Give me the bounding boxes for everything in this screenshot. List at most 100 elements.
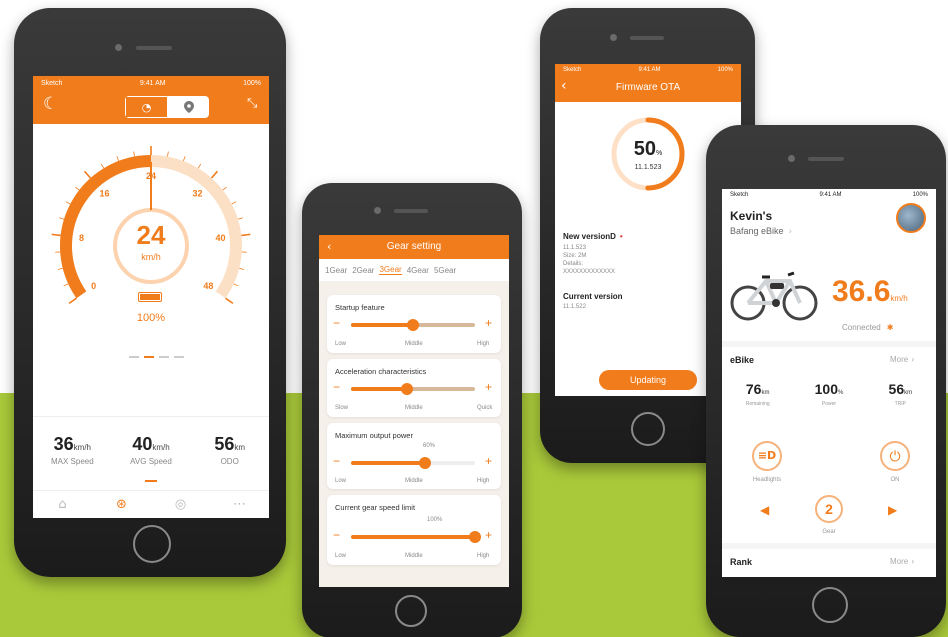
speedometer-screen: Sketch 9:41 AM 100% ☾ ⤡ ◔ 081624324048 2…	[33, 76, 269, 518]
front-camera	[610, 34, 617, 41]
phone-speedometer: Sketch 9:41 AM 100% ☾ ⤡ ◔ 081624324048 2…	[14, 8, 286, 577]
clock: 9:41 AM	[139, 79, 166, 87]
gear-up-icon[interactable]: ▶	[888, 503, 897, 517]
speed-unit: km/h	[141, 252, 161, 262]
front-camera	[374, 207, 381, 214]
gauge-tick	[68, 297, 77, 305]
rank-more-link[interactable]: More ›	[890, 557, 914, 566]
stats-divider	[33, 416, 269, 417]
page-title: Gear setting	[386, 241, 442, 252]
metric-label: Remaining	[745, 401, 770, 407]
gauge-tick	[83, 170, 92, 179]
night-mode-icon[interactable]: ☾	[43, 94, 58, 114]
gear-value: 2	[825, 501, 833, 517]
tab-gear-1[interactable]: 1Gear	[325, 266, 347, 275]
home-icon[interactable]: ⌂	[33, 497, 92, 512]
compass-icon[interactable]: ◎	[151, 497, 210, 512]
location-icon	[183, 101, 194, 113]
increase-button[interactable]: +	[485, 529, 492, 541]
new-version-details: 11.1.523 Size: 2M Details: XXXXXXXXXXXXX	[563, 244, 615, 276]
avatar[interactable]	[896, 203, 926, 233]
new-version-label: New versionD	[563, 232, 616, 241]
new-version-size: Size: 2M	[563, 253, 587, 259]
acceleration-slider[interactable]	[351, 383, 475, 395]
scale-high: High	[477, 553, 490, 559]
stat-label: ODO	[220, 457, 239, 466]
card-title: Acceleration characteristics	[335, 367, 427, 376]
decrease-button[interactable]: −	[333, 529, 340, 541]
tab-gear-2[interactable]: 2Gear	[352, 266, 374, 275]
gauge-tick	[59, 217, 65, 220]
decrease-button[interactable]: −	[333, 317, 340, 329]
slider-fill	[351, 461, 426, 465]
slider-knob	[469, 531, 481, 543]
home-button[interactable]	[631, 412, 665, 446]
owner-name: Kevin's	[730, 209, 773, 223]
home-button[interactable]	[395, 595, 427, 627]
speed-limit-slider[interactable]	[351, 531, 481, 543]
headlights-button[interactable]: ≡D	[752, 441, 782, 471]
current-speed: 36.6km/h	[832, 275, 908, 309]
speaker-grille	[136, 46, 172, 50]
more-label: More	[890, 355, 909, 364]
progress-readout: 50%	[608, 138, 688, 161]
speed-unit: km/h	[890, 294, 908, 303]
ride-stats: 36km/h MAX Speed 40km/h AVG Speed 56km O…	[33, 434, 269, 466]
rank-section-title: Rank	[730, 557, 753, 567]
status-bar: Sketch 9:41 AM 100%	[555, 64, 741, 76]
startup-slider[interactable]	[351, 319, 475, 331]
gauge-tick	[182, 156, 186, 162]
metric-label: Power	[821, 401, 837, 407]
gear-label: Gear	[822, 529, 836, 535]
tab-gear-3[interactable]: 3Gear	[379, 265, 402, 275]
updating-button[interactable]: Updating	[599, 370, 697, 390]
collapse-icon[interactable]: ⤡	[247, 96, 257, 111]
scale-high: High	[477, 478, 490, 484]
home-button[interactable]	[812, 587, 848, 623]
metric-unit: km	[761, 390, 770, 396]
decrease-button[interactable]: −	[333, 381, 340, 393]
headlights-label: Headlights	[752, 477, 782, 483]
gauge-tick-label: 40	[216, 233, 226, 243]
chevron-right-icon: ›	[911, 355, 915, 364]
status-bar: Sketch 9:41 AM 100%	[33, 76, 269, 90]
new-version-number: 11.1.523	[563, 245, 586, 251]
stat-unit: km	[234, 443, 246, 452]
new-version-title: New versionD •	[563, 232, 623, 241]
more-label: More	[890, 557, 909, 566]
increase-button[interactable]: +	[485, 455, 492, 467]
gauge-tick	[57, 267, 63, 270]
speedometer-icon: ◔	[141, 100, 152, 114]
gauge-tick	[225, 297, 234, 305]
tab-speedometer[interactable]: ◔	[125, 96, 168, 118]
ride-icon[interactable]: ⊛	[92, 497, 151, 512]
slider-knob	[407, 319, 419, 331]
slider-percent: 100%	[427, 517, 443, 523]
bike-selector[interactable]: Bafang eBike ›	[730, 226, 792, 237]
power-button[interactable]: ⏻	[880, 441, 910, 471]
bottom-nav: ⌂ ⊛ ◎ ⋯	[33, 490, 269, 518]
tab-location[interactable]	[168, 96, 209, 118]
power-slider[interactable]	[351, 457, 475, 469]
gauge-tick	[51, 233, 61, 237]
phone-ebike-dashboard: Sketch 9:41 AM 100% Kevin's Bafang eBike…	[706, 125, 946, 637]
clock: 9:41 AM	[638, 67, 661, 73]
home-button[interactable]	[133, 525, 171, 563]
gauge-tick	[233, 283, 239, 287]
battery-text: 100%	[912, 192, 928, 198]
more-icon[interactable]: ⋯	[210, 497, 269, 512]
gauge-tick	[63, 283, 69, 287]
metric-trip: 56km TRIP	[865, 381, 936, 407]
card-title: Current gear speed limit	[335, 503, 416, 512]
ebike-more-link[interactable]: More ›	[890, 355, 914, 364]
increase-button[interactable]: +	[485, 381, 492, 393]
gear-setting-screen: ‹ Gear setting 1Gear 2Gear 3Gear 4Gear 5…	[319, 235, 509, 587]
increase-button[interactable]: +	[485, 317, 492, 329]
card-title: Startup feature	[335, 303, 385, 312]
tab-gear-4[interactable]: 4Gear	[407, 266, 429, 275]
tab-gear-5[interactable]: 5Gear	[434, 266, 456, 275]
metric-label: TRIP	[894, 401, 907, 407]
decrease-button[interactable]: −	[333, 455, 340, 467]
progress-value: 50	[633, 138, 656, 160]
gear-down-icon[interactable]: ◀	[760, 503, 769, 517]
